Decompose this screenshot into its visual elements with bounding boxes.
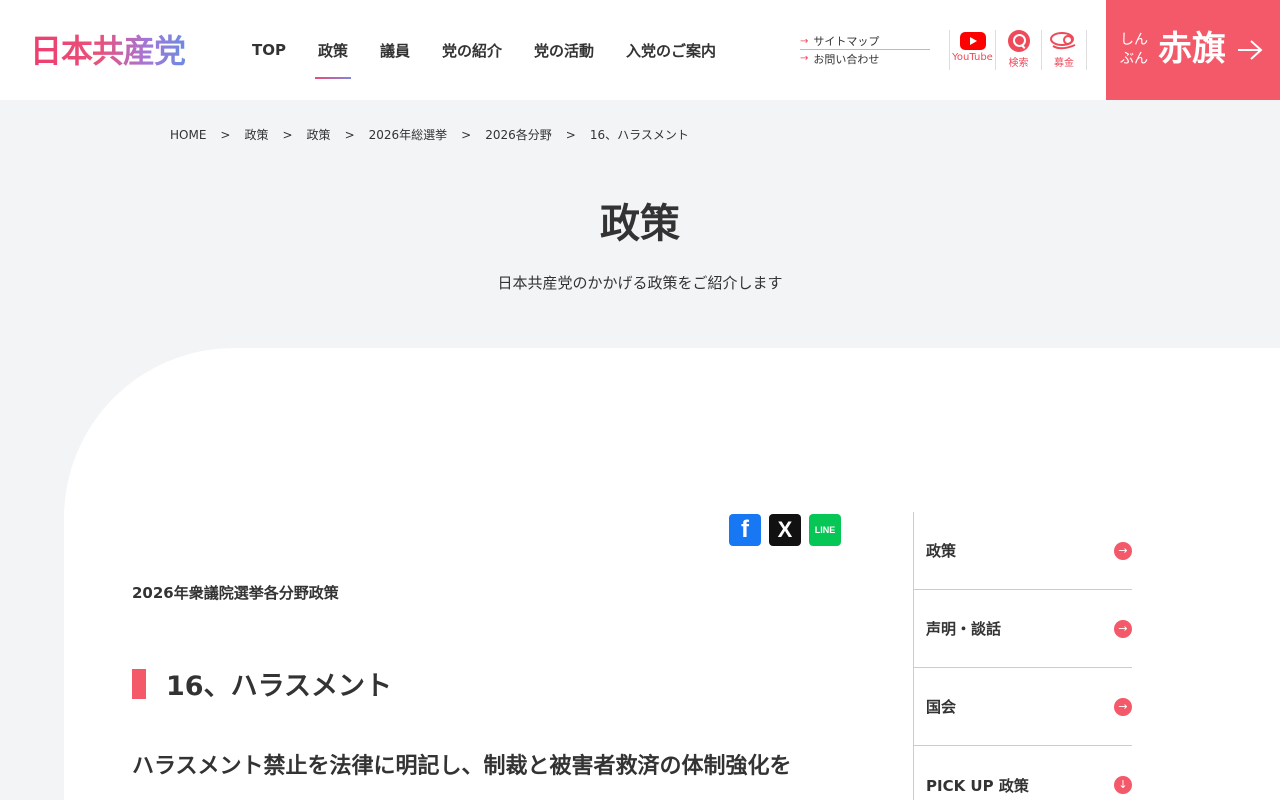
nav-item-about[interactable]: 党の紹介 [426, 0, 518, 100]
breadcrumb-policy-2[interactable]: 政策 [307, 126, 331, 143]
x-share-button[interactable]: X [769, 514, 801, 546]
site-logo[interactable]: 日本共産党 [30, 32, 186, 70]
donation-icon [1050, 32, 1076, 50]
search-button[interactable]: 検索 [995, 30, 1041, 70]
nav-item-policy[interactable]: 政策 [302, 0, 364, 100]
header-sub-links: → サイトマップ → お問い合わせ [800, 33, 930, 67]
side-item-label: 国会 [926, 698, 957, 716]
nav-item-activities[interactable]: 党の活動 [518, 0, 610, 100]
donation-label: 募金 [1054, 58, 1074, 69]
facebook-icon: f [741, 516, 749, 543]
breadcrumb-current: 16、ハラスメント [589, 128, 689, 142]
arrow-right-icon: → [800, 53, 809, 64]
side-item-label: PICK UP 政策 [926, 776, 1029, 795]
breadcrumb-separator: > [565, 127, 576, 142]
side-item-diet[interactable]: 国会 → [914, 668, 1132, 746]
sitemap-link[interactable]: → サイトマップ [800, 33, 930, 50]
arrow-right-circle-icon: → [1114, 697, 1132, 716]
page-subtitle: 日本共産党のかかげる政策をご紹介します [497, 274, 783, 292]
arrow-right-icon [1238, 40, 1263, 60]
youtube-label: YouTube [952, 52, 993, 63]
article-headline: ハラスメント禁止を法律に明記し、制裁と被害者救済の体制強化を [132, 754, 792, 779]
akahata-small-text: しん ぶん [1120, 31, 1148, 69]
line-share-button[interactable]: LINE [809, 514, 841, 546]
contact-link[interactable]: → お問い合わせ [800, 50, 930, 67]
sitemap-label: サイトマップ [813, 35, 880, 48]
side-item-statements[interactable]: 声明・談話 → [914, 590, 1132, 668]
nav-item-join[interactable]: 入党のご案内 [610, 0, 732, 100]
search-label: 検索 [1008, 58, 1029, 69]
side-item-label: 声明・談話 [926, 620, 1002, 638]
breadcrumb-separator: > [282, 127, 293, 142]
akahata-banner[interactable]: しん ぶん 赤旗 [1106, 0, 1280, 100]
breadcrumb-election[interactable]: 2026年総選挙 [369, 126, 448, 143]
page-title: 政策 [600, 201, 680, 247]
side-menu: 政策 → 声明・談話 → 国会 → PICK UP 政策 ↓ [913, 512, 1132, 800]
arrow-right-circle-icon: → [1114, 619, 1132, 638]
arrow-right-icon: → [800, 35, 809, 47]
side-item-label: 政策 [926, 542, 957, 560]
contact-label: お問い合わせ [813, 52, 880, 66]
site-header: 日本共産党 TOP 政策 議員 党の紹介 党の活動 入党のご案内 → サイトマッ… [0, 0, 1280, 100]
akahata-title: 赤旗 [1158, 29, 1226, 69]
line-icon: LINE [814, 525, 836, 535]
breadcrumb-fields[interactable]: 2026各分野 [485, 126, 552, 143]
nav-item-members[interactable]: 議員 [364, 0, 426, 100]
section-accent-bar [132, 668, 146, 699]
share-buttons: f X LINE [729, 514, 841, 546]
breadcrumb-separator: > [344, 127, 355, 142]
donation-button[interactable]: 募金 [1041, 30, 1087, 70]
article-lead: 2026年衆議院選挙各分野政策 [132, 584, 339, 602]
main-nav: TOP 政策 議員 党の紹介 党の活動 入党のご案内 [236, 0, 732, 100]
youtube-icon [959, 32, 986, 50]
header-icon-group: YouTube 検索 募金 [949, 30, 1087, 70]
breadcrumb: HOME > 政策 > 政策 > 2026年総選挙 > 2026各分野 > 16… [170, 126, 689, 143]
akahata-small-line1: しん [1120, 32, 1148, 48]
akahata-small-line2: ぶん [1120, 51, 1148, 67]
breadcrumb-home[interactable]: HOME [170, 128, 206, 142]
side-item-pickup[interactable]: PICK UP 政策 ↓ [914, 746, 1132, 800]
x-icon: X [777, 517, 793, 542]
section-title: 16、ハラスメント [166, 671, 393, 702]
breadcrumb-separator: > [220, 127, 231, 142]
breadcrumb-policy[interactable]: 政策 [244, 126, 268, 143]
section-heading: 16、ハラスメント [132, 664, 392, 703]
arrow-down-circle-icon: ↓ [1114, 776, 1132, 794]
search-icon [1007, 30, 1030, 52]
side-item-policy[interactable]: 政策 → [914, 512, 1132, 590]
youtube-button[interactable]: YouTube [949, 30, 995, 70]
breadcrumb-separator: > [461, 127, 472, 142]
nav-item-top[interactable]: TOP [236, 0, 302, 100]
arrow-right-circle-icon: → [1114, 541, 1132, 560]
facebook-share-button[interactable]: f [729, 514, 761, 546]
